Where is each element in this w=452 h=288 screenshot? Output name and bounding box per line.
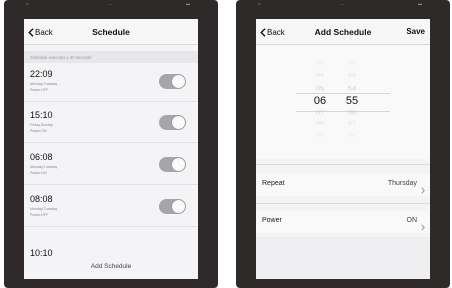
schedule-time: 08:08 — [30, 194, 53, 204]
schedule-time-partial: 10:10 — [30, 248, 53, 258]
hour-option[interactable]: 05 — [308, 85, 332, 93]
schedule-power: Power:ON — [30, 129, 47, 133]
status-time: — — [108, 1, 112, 6]
schedule-screen: Back Schedule Schedule executes ± 30 sec… — [24, 19, 198, 279]
schedule-toggle[interactable] — [159, 157, 186, 172]
notice-text: Schedule executes ± 30 seconds — [30, 54, 92, 60]
save-button[interactable]: Save — [406, 27, 425, 36]
power-value: ON — [406, 217, 418, 224]
schedule-toggle[interactable] — [159, 74, 186, 89]
schedule-power: Power:ON — [30, 171, 47, 175]
schedule-days: Friday,Sunday — [30, 123, 53, 127]
schedule-power: Power:OFF — [30, 88, 49, 92]
schedule-item[interactable]: 15:10 Friday,Sunday Power:ON — [24, 107, 198, 143]
minute-option[interactable]: 52 — [340, 62, 364, 66]
status-battery: ▬ — [186, 1, 190, 6]
minute-option[interactable]: 57 — [340, 121, 364, 126]
hour-option[interactable]: 03 — [308, 62, 332, 66]
minute-option[interactable]: 55 — [340, 95, 364, 107]
schedule-time: 22:09 — [30, 69, 53, 79]
hour-option[interactable]: 08 — [308, 121, 332, 126]
hour-option[interactable]: 04 — [308, 73, 332, 78]
device-left: •• — ▬ Back Schedule Schedule executes ±… — [4, 0, 218, 288]
divider — [256, 203, 430, 204]
time-picker[interactable]: 03 04 05 06 07 08 09 52 53 54 55 56 57 58 — [256, 45, 430, 159]
power-row[interactable]: Power ON — [256, 211, 430, 233]
schedule-item[interactable]: 22:09 Monday,Tuesday Power:OFF — [24, 66, 198, 102]
add-schedule-screen: Back Add Schedule Save 03 04 05 06 07 08 09 52… — [256, 19, 430, 279]
schedule-item[interactable]: 08:08 Monday,Tuesday Power:OFF — [24, 191, 198, 227]
minute-option[interactable]: 58 — [340, 134, 364, 138]
schedule-days: Monday,Tuesday — [30, 82, 58, 86]
empty-area — [256, 237, 430, 279]
status-battery: ▬ — [418, 1, 422, 6]
status-carrier: •• — [258, 1, 261, 6]
chevron-right-icon — [421, 181, 425, 199]
add-schedule-button[interactable]: Add Schedule — [24, 263, 198, 270]
device-right: •• — ▬ Back Add Schedule Save 03 04 05 06 07… — [236, 0, 450, 288]
schedule-toggle[interactable] — [159, 199, 186, 214]
schedule-days: Monday,Tuesday — [30, 207, 58, 211]
picker-divider — [296, 111, 390, 112]
status-time: — — [340, 1, 344, 6]
toggle-knob — [172, 75, 185, 88]
picker-divider — [296, 93, 390, 94]
repeat-row[interactable]: Repeat Thursday — [256, 174, 430, 196]
navbar: Back Add Schedule Save — [256, 19, 430, 45]
schedule-days: Monday,Tuesday — [30, 165, 58, 169]
hour-option[interactable]: 06 — [308, 95, 332, 107]
schedule-time: 06:08 — [30, 152, 53, 162]
page-title: Schedule — [92, 27, 130, 37]
hour-option[interactable]: 07 — [308, 109, 332, 117]
schedule-item[interactable]: 06:08 Monday,Tuesday Power:ON — [24, 149, 198, 185]
minute-option[interactable]: 53 — [340, 73, 364, 78]
navbar: Back Schedule — [24, 19, 198, 45]
minute-option[interactable]: 56 — [340, 109, 364, 117]
toggle-knob — [172, 158, 185, 171]
schedule-toggle[interactable] — [159, 115, 186, 130]
schedule-power: Power:OFF — [30, 213, 49, 217]
chevron-right-icon — [421, 218, 425, 236]
divider — [256, 164, 430, 165]
notice-bar: Schedule executes ± 30 seconds — [24, 51, 198, 63]
toggle-knob — [172, 116, 185, 129]
status-carrier: •• — [26, 1, 29, 6]
repeat-label: Repeat — [262, 180, 285, 187]
hour-option[interactable]: 09 — [308, 134, 332, 138]
minute-option[interactable]: 54 — [340, 85, 364, 93]
page-title: Add Schedule — [314, 27, 372, 37]
repeat-value: Thursday — [387, 180, 417, 187]
schedule-time: 15:10 — [30, 110, 53, 120]
toggle-knob — [172, 200, 185, 213]
power-label: Power — [262, 217, 282, 224]
